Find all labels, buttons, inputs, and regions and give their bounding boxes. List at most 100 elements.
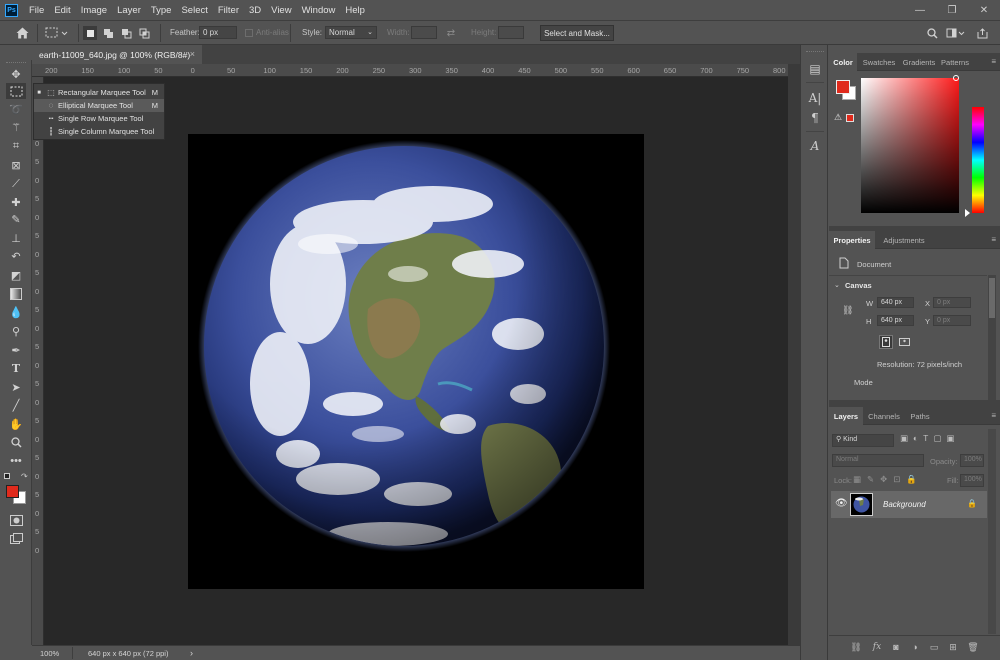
menu-type[interactable]: Type [146,5,177,16]
menu-image[interactable]: Image [76,5,112,16]
share-icon[interactable] [975,26,989,40]
visibility-eye-icon[interactable]: 👁 [835,498,848,509]
saturation-brightness-field[interactable] [861,78,959,213]
line-tool-icon[interactable]: ╱ [6,397,26,413]
layers-scrollbar[interactable] [988,429,996,634]
tab-adjustments[interactable]: Adjustments [879,231,929,249]
minimize-button[interactable]: — [904,0,936,21]
tab-properties[interactable]: Properties [829,231,875,249]
character-panel-icon[interactable]: A| [806,89,824,107]
swap-dimensions-icon[interactable]: ⇄ [444,27,458,39]
style-select[interactable]: Normal ⌄ [325,26,377,39]
link-layers-icon[interactable]: ⛓ [849,641,863,653]
default-colors-icon[interactable] [4,473,10,479]
home-icon[interactable] [14,25,30,41]
zoom-tool-icon[interactable] [6,434,26,450]
edit-toolbar-icon[interactable]: ••• [6,453,26,469]
screen-mode-icon[interactable] [6,530,26,546]
link-dimensions-icon[interactable]: ⛓ [842,305,853,316]
canvas-x-input[interactable]: 0 px [933,297,971,308]
gradient-tool-icon[interactable] [6,286,26,302]
panel-menu-icon[interactable]: ≡ [991,411,996,420]
pen-tool-icon[interactable]: ✒ [6,342,26,358]
adjustment-layer-icon[interactable]: ◑ [908,641,922,653]
blur-tool-icon[interactable]: 💧 [6,304,26,320]
delete-layer-icon[interactable]: 🗑 [966,641,980,653]
layer-style-icon[interactable]: fx [870,641,884,653]
canvas-height-input[interactable]: 640 px [877,315,914,326]
anti-alias-checkbox[interactable] [245,29,253,37]
blend-mode-select[interactable]: Normal [832,454,924,467]
brush-tool-icon[interactable]: ✎ [6,211,26,227]
menu-filter[interactable]: Filter [213,5,244,16]
menu-file[interactable]: File [24,5,49,16]
layer-filter-kind[interactable]: ⚲ Kind [832,434,894,447]
color-picker-handle[interactable] [953,75,959,81]
glyphs-panel-icon[interactable]: A [806,137,824,155]
close-tab-icon[interactable]: × [190,49,195,59]
eraser-tool-icon[interactable]: ◩ [6,267,26,283]
healing-brush-tool-icon[interactable]: ✚ [6,194,26,210]
menu-layer[interactable]: Layer [112,5,146,16]
zoom-level[interactable]: 100% [40,649,59,658]
frame-tool-icon[interactable]: ⊠ [6,157,26,173]
layer-lock-icon[interactable]: 🔒 [967,499,977,508]
hue-slider[interactable] [972,107,984,213]
swap-colors-icon[interactable]: ↷ [21,472,28,481]
canvas-y-input[interactable]: 0 px [933,315,971,326]
gamut-warning-icon[interactable]: ⚠ [834,112,842,123]
flyout-item-rectangular-marquee[interactable]: ■ ⬚ Rectangular Marquee Tool M [34,86,164,99]
marquee-preset-icon[interactable] [44,25,70,41]
tab-gradients[interactable]: Gradients [901,53,937,71]
move-tool-icon[interactable]: ✥ [6,66,26,82]
flyout-item-single-column-marquee[interactable]: ┇ Single Column Marquee Tool [34,125,164,138]
panel-menu-icon[interactable]: ≡ [991,57,996,66]
menu-window[interactable]: Window [297,5,341,16]
flyout-item-single-row-marquee[interactable]: ┅ Single Row Marquee Tool [34,112,164,125]
restore-button[interactable]: ❐ [936,0,968,21]
select-and-mask-button[interactable]: Select and Mask... [540,25,614,41]
landscape-orientation-icon[interactable] [897,335,911,349]
panel-menu-icon[interactable]: ≡ [991,235,996,244]
tab-paths[interactable]: Paths [906,407,934,425]
workspace-switcher-icon[interactable] [945,26,967,40]
width-input[interactable] [411,26,437,39]
quick-mask-icon[interactable] [6,512,26,528]
tab-channels[interactable]: Channels [866,407,902,425]
intersect-selection-icon[interactable] [137,26,151,40]
document-tab[interactable]: earth-11009_640.jpg @ 100% (RGB/8#) × [32,45,202,64]
crop-tool-icon[interactable]: ⌗ [6,138,26,154]
tab-patterns[interactable]: Patterns [939,53,971,71]
subtract-from-selection-icon[interactable] [119,26,133,40]
paragraph-panel-icon[interactable]: ¶ [806,109,824,127]
height-input[interactable] [498,26,524,39]
feather-input[interactable]: 0 px [199,26,237,39]
foreground-color-swatch[interactable] [6,485,19,498]
canvas-width-input[interactable]: 640 px [877,297,914,308]
type-tool-icon[interactable]: T [6,360,26,376]
hue-slider-handle[interactable] [965,209,970,217]
add-mask-icon[interactable]: ◙ [889,641,903,653]
menu-edit[interactable]: Edit [49,5,75,16]
path-selection-tool-icon[interactable]: ➤ [6,379,26,395]
properties-scrollbar[interactable] [988,275,996,405]
opacity-input[interactable]: 100% [960,454,984,467]
tab-swatches[interactable]: Swatches [861,53,897,71]
flyout-item-elliptical-marquee[interactable]: ◌ Elliptical Marquee Tool M [34,99,164,112]
menu-help[interactable]: Help [340,5,370,16]
color-panel-foreground-swatch[interactable] [836,80,850,94]
toolbar-grip[interactable] [6,62,26,64]
magic-wand-tool-icon[interactable]: ⚚ [6,119,26,135]
rectangular-marquee-tool-icon[interactable] [6,83,26,99]
history-brush-tool-icon[interactable]: ↶ [6,248,26,264]
web-color-swatch[interactable] [846,114,854,122]
new-layer-icon[interactable]: ⊞ [946,641,960,653]
layer-row[interactable]: 👁 Background 🔒 [831,491,987,518]
add-to-selection-icon[interactable] [101,26,115,40]
new-selection-icon[interactable] [83,26,97,40]
portrait-orientation-icon[interactable] [879,335,893,349]
history-panel-icon[interactable]: ▤ [806,60,824,78]
fill-input[interactable]: 100% [960,474,984,487]
section-collapse-icon[interactable]: ⌄ [834,281,840,289]
close-window-button[interactable]: ✕ [968,0,1000,21]
